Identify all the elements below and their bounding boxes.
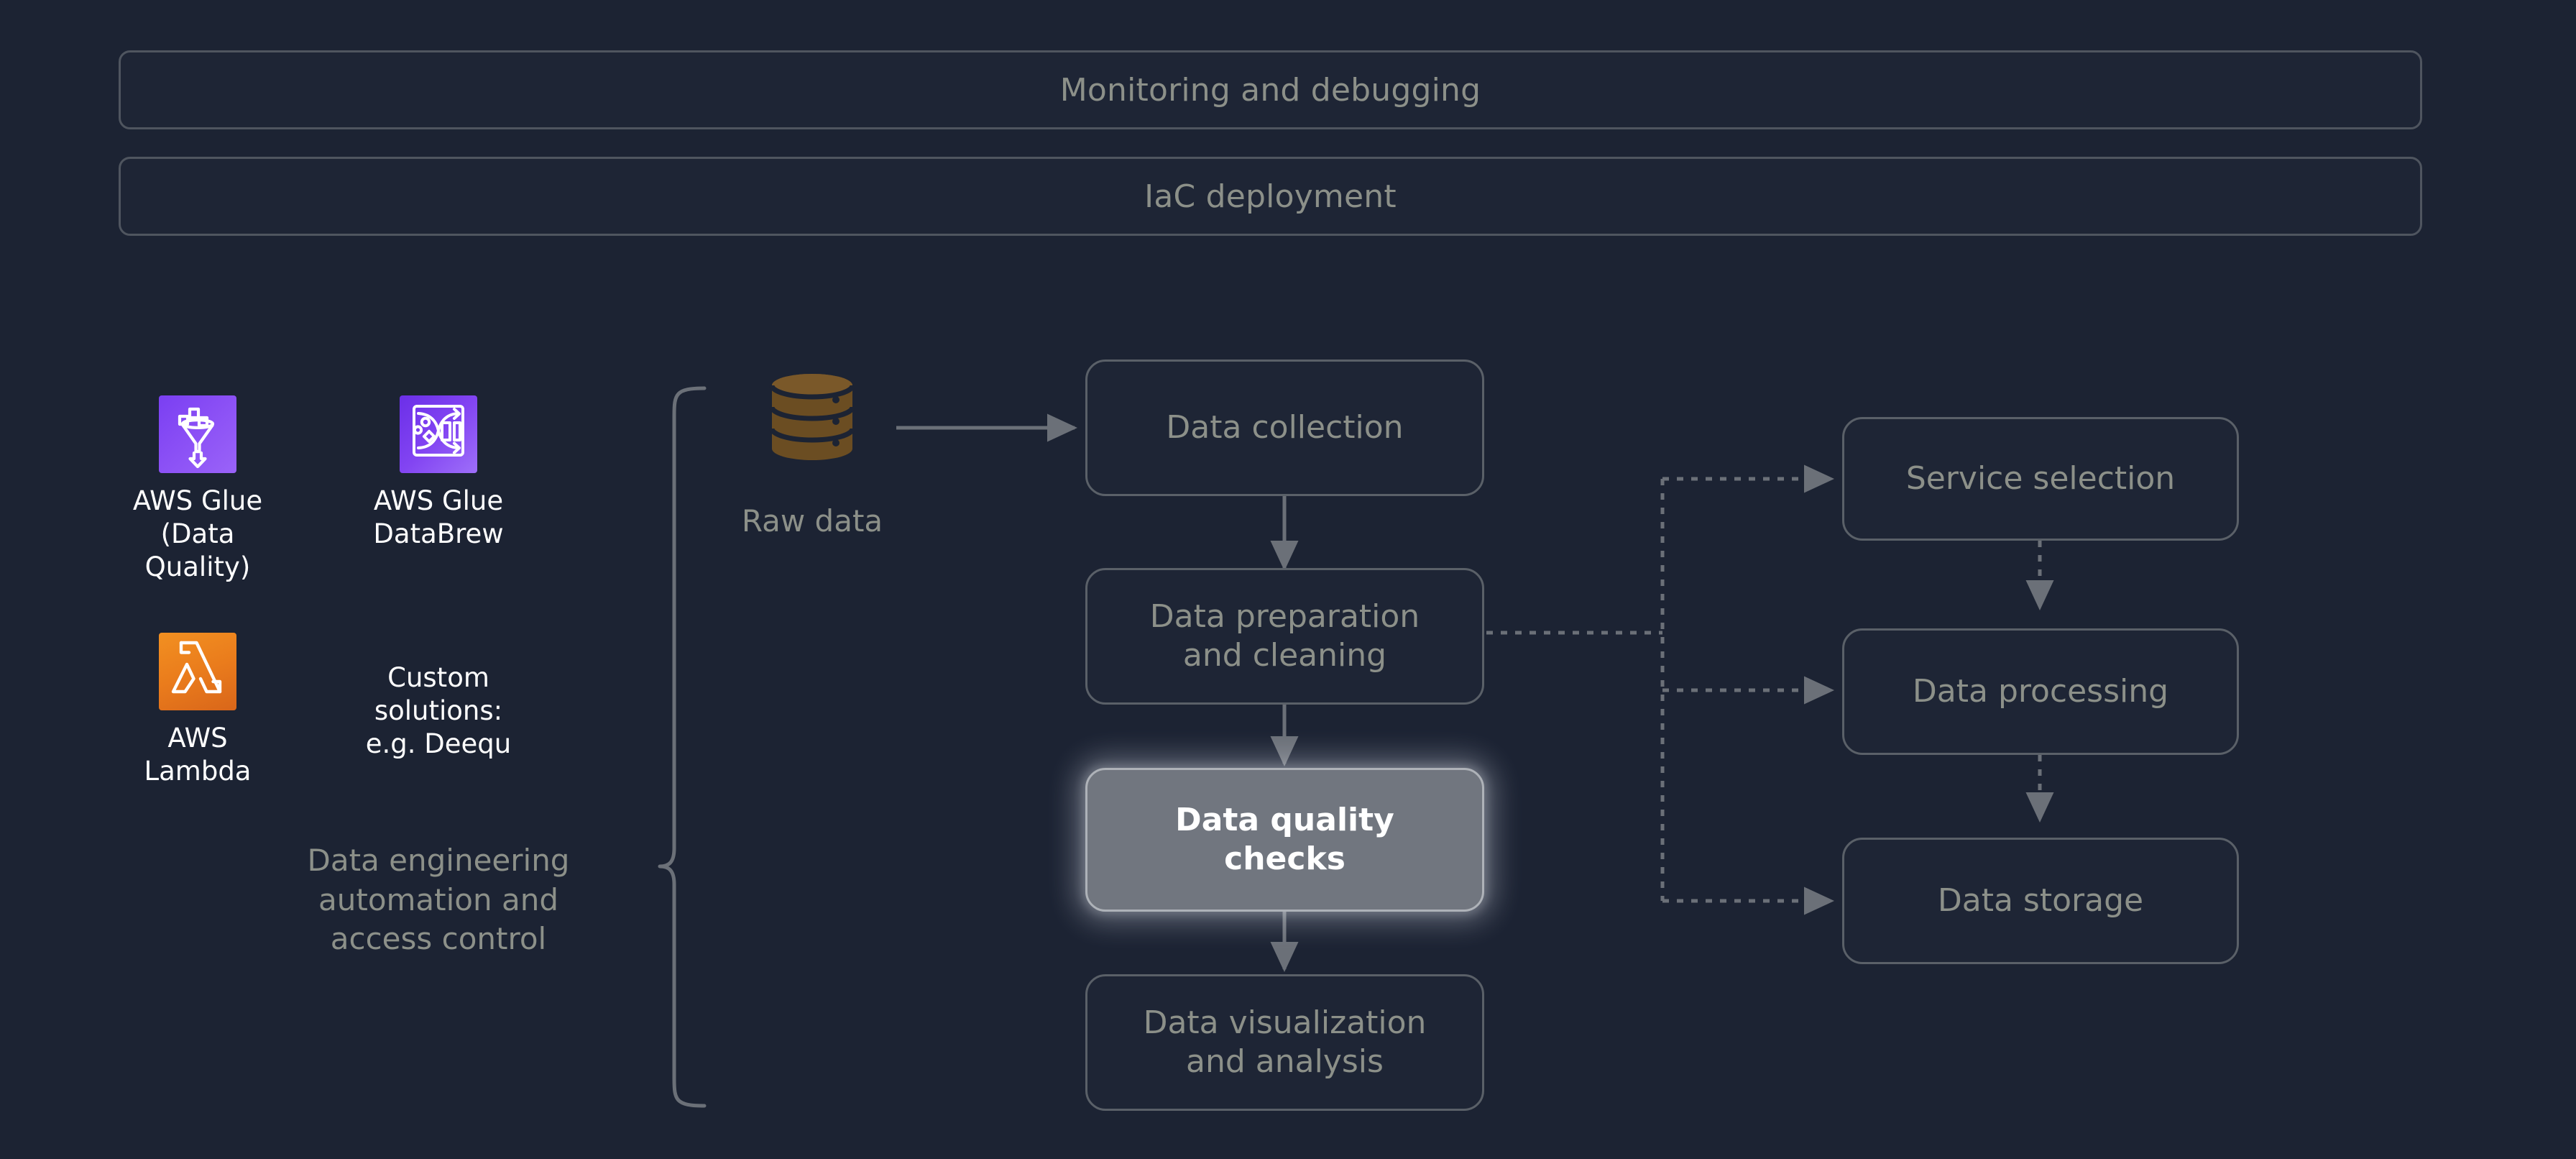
node-data-visualization-and-analysis[interactable]: Data visualization and analysis (1085, 974, 1484, 1111)
diagram-canvas: Monitoring and debugging IaC deployment … (0, 0, 2576, 1159)
lambda-icon (159, 633, 236, 710)
databrew-transform-icon (400, 395, 477, 473)
banner-label: IaC deployment (1144, 178, 1397, 215)
service-label: AWS Glue DataBrew (373, 485, 504, 549)
node-label: Data preparation and cleaning (1149, 598, 1420, 674)
raw-data-source[interactable] (733, 367, 891, 475)
service-label: AWS Glue (Data Quality) (132, 485, 263, 582)
node-data-preparation-and-cleaning[interactable]: Data preparation and cleaning (1085, 568, 1484, 705)
raw-data-label: Raw data (741, 503, 883, 539)
service-aws-glue-data-quality[interactable]: AWS Glue (Data Quality) (119, 395, 277, 584)
node-label: Data collection (1166, 409, 1404, 446)
brace-label: Data engineering automation and access c… (307, 843, 570, 957)
banner-monitoring-and-debugging[interactable]: Monitoring and debugging (119, 50, 2422, 129)
banner-iac-deployment[interactable]: IaC deployment (119, 157, 2422, 236)
database-cylinder-icon (758, 367, 866, 475)
service-label: AWS Lambda (144, 723, 252, 787)
node-data-collection[interactable]: Data collection (1085, 359, 1484, 496)
funnel-filter-icon (159, 395, 236, 473)
node-label: Data storage (1937, 882, 2144, 920)
node-data-storage[interactable]: Data storage (1842, 838, 2239, 964)
banner-label: Monitoring and debugging (1059, 71, 1481, 109)
connector-preparation-to-right-column (1486, 464, 1835, 915)
node-label: Data quality checks (1175, 802, 1394, 877)
node-label: Service selection (1905, 460, 2176, 498)
node-label: Data visualization and analysis (1143, 1004, 1427, 1080)
service-aws-glue-databrew[interactable]: AWS Glue DataBrew (359, 395, 518, 551)
node-data-quality-checks[interactable]: Data quality checks (1085, 768, 1484, 912)
node-data-processing[interactable]: Data processing (1842, 628, 2239, 755)
node-label: Data processing (1912, 673, 2169, 710)
node-service-selection[interactable]: Service selection (1842, 417, 2239, 541)
grouping-brace (658, 386, 707, 1108)
note-custom-solutions: Custom solutions: e.g. Deequ (365, 662, 512, 759)
service-aws-lambda[interactable]: AWS Lambda (119, 633, 277, 788)
